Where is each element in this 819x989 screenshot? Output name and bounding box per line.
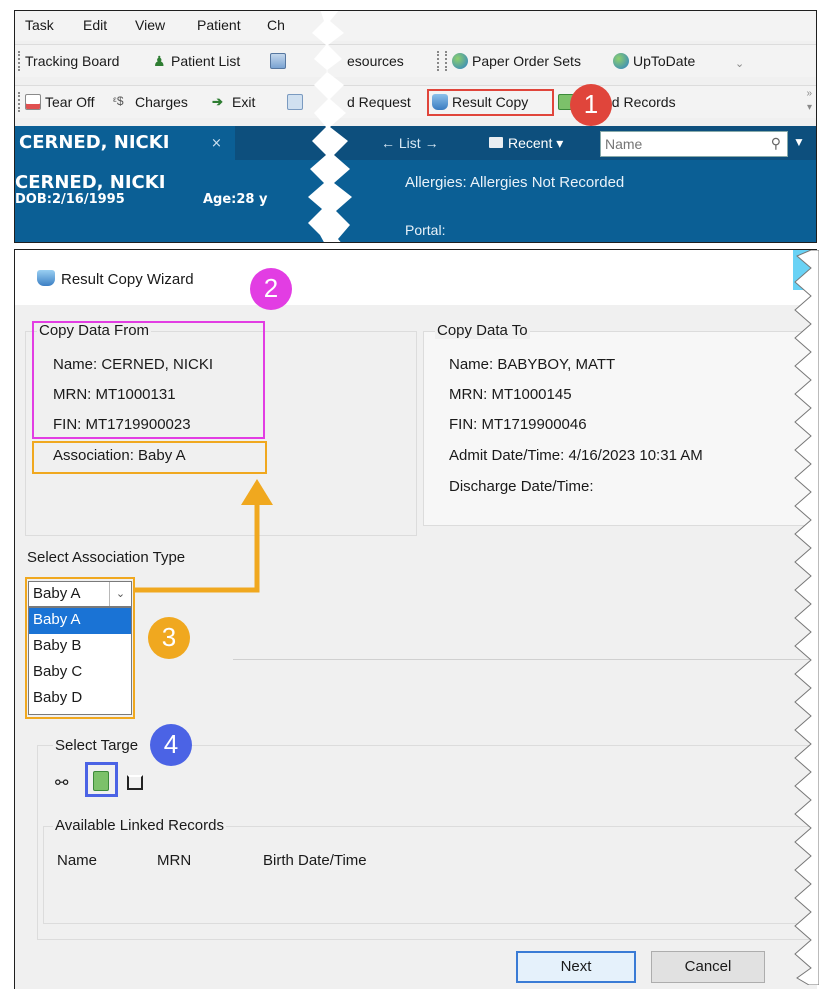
exit-icon: ➔	[212, 94, 223, 109]
folder-icon	[489, 137, 503, 148]
patient-search-box: ⚲	[600, 131, 788, 157]
linked-records-group	[43, 826, 817, 924]
patient-list-icon: ♟	[153, 53, 166, 69]
callout-badge-1: 1	[570, 84, 612, 126]
paper-order-sets-button[interactable]: Paper Order Sets	[452, 53, 581, 69]
copy-to-discharge: Discharge Date/Time:	[449, 478, 594, 495]
exit-button[interactable]: ➔ Exit	[212, 94, 255, 110]
toolbar-grip[interactable]	[18, 92, 21, 112]
toolbar-grip[interactable]	[445, 51, 448, 71]
patient-tab-label: CERNED, NICKI	[19, 132, 170, 153]
search-dropdown-icon[interactable]: ▼	[793, 135, 805, 149]
next-button[interactable]: Next	[516, 951, 636, 983]
portal-text: Portal:	[405, 222, 446, 238]
torn-edge-graphic	[794, 250, 819, 985]
tear-off-button[interactable]: Tear Off	[25, 94, 95, 110]
patient-banner: CERNED, NICKI × ← List → Recent ▾ ⚲ ▼ CE…	[15, 126, 816, 242]
result-copy-button[interactable]: Result Copy	[432, 94, 528, 110]
callout-badge-3: 3	[148, 617, 190, 659]
callout-box-3	[25, 577, 135, 719]
result-copy-label: Result Copy	[452, 94, 529, 110]
toolbar-overflow-icon[interactable]: ⌄	[735, 57, 744, 70]
toolbar-secondary: Tear Off ᵋ$ Charges ➔ Exit d Request Res…	[15, 85, 816, 118]
callout-box-4	[85, 762, 118, 797]
linked-records-label: ed Records	[604, 94, 676, 110]
linked-records-label: Available Linked Records	[53, 817, 226, 834]
callout-badge-2: 2	[250, 268, 292, 310]
copy-to-name: Name: BABYBOY, MATT	[449, 356, 616, 373]
patient-tab-row: CERNED, NICKI × ← List → Recent ▾ ⚲ ▼	[15, 126, 816, 160]
paper-order-sets-label: Paper Order Sets	[472, 53, 581, 69]
callout-arrow	[135, 479, 273, 593]
result-copy-icon	[432, 94, 448, 110]
patient-tab[interactable]: CERNED, NICKI ×	[15, 126, 235, 160]
tracking-board-icon-button[interactable]	[270, 53, 286, 69]
tear-off-label: Tear Off	[45, 94, 95, 110]
overflow-chevron-icon[interactable]: »	[806, 88, 812, 99]
result-copy-wizard: Result Copy Wizard Copy Data From Name: …	[14, 249, 817, 989]
uptodate-icon	[613, 53, 629, 69]
exit-label: Exit	[232, 94, 256, 110]
callout-box-2	[32, 321, 265, 439]
wizard-title: Result Copy Wizard	[61, 271, 194, 288]
callout-box-association	[32, 441, 267, 474]
recent-label: Recent ▾	[508, 135, 564, 151]
allergies-text: Allergies: Allergies Not Recorded	[405, 174, 625, 191]
patient-list-label: Patient List	[171, 53, 241, 69]
list-navigation[interactable]: ← List →	[381, 135, 439, 151]
toolbar-grip[interactable]	[437, 51, 440, 71]
paper-order-sets-icon	[452, 53, 468, 69]
patient-list-button[interactable]: ♟ Patient List	[153, 53, 240, 69]
charges-icon: ᵋ$	[113, 94, 124, 108]
select-target-label-text: Select Targe	[55, 737, 139, 754]
menu-view[interactable]: View	[135, 17, 165, 33]
wizard-body: Copy Data From Name: CERNED, NICKI MRN: …	[15, 305, 817, 989]
uptodate-button[interactable]: UpToDate	[613, 53, 695, 69]
menu-bar: Task Edit View Patient Ch	[15, 11, 816, 41]
menu-task[interactable]: Task	[25, 17, 54, 33]
copy-to-label: Copy Data To	[435, 322, 530, 339]
cancel-button[interactable]: Cancel	[651, 951, 765, 983]
tracking-board-icon	[270, 53, 286, 69]
patient-age: Age:28 y	[203, 192, 268, 207]
column-name[interactable]: Name	[57, 852, 97, 869]
divider	[233, 659, 817, 660]
close-icon[interactable]: ×	[211, 136, 222, 151]
tear-off-icon	[25, 94, 41, 110]
overflow-down-icon[interactable]: ▾	[807, 102, 812, 113]
patient-dob: DOB:2/16/1995	[15, 192, 125, 207]
binoculars-icon[interactable]: ⚯	[55, 773, 68, 793]
torn-edge-graphic	[308, 11, 352, 242]
tracking-board-button[interactable]: Tracking Board	[25, 53, 119, 69]
toolbar-grip[interactable]	[18, 51, 21, 71]
charges-button[interactable]: ᵋ$ Charges	[113, 94, 188, 110]
wizard-title-bar: Result Copy Wizard	[15, 250, 817, 305]
callout-badge-4: 4	[150, 724, 192, 766]
result-copy-icon	[37, 270, 55, 286]
emr-window: Task Edit View Patient Ch Tracking Board…	[14, 10, 817, 243]
copy-to-fin: FIN: MT1719900046	[449, 416, 587, 433]
patient-search-input[interactable]	[605, 133, 755, 155]
edit-icon[interactable]	[127, 775, 143, 790]
column-birth-date[interactable]: Birth Date/Time	[263, 852, 367, 869]
toolbar-primary: Tracking Board ♟ Patient List esources P…	[15, 44, 816, 77]
charges-label: Charges	[135, 94, 188, 110]
recent-dropdown[interactable]: Recent ▾	[489, 135, 563, 152]
copy-to-admit: Admit Date/Time: 4/16/2023 10:31 AM	[449, 447, 703, 464]
search-icon[interactable]: ⚲	[771, 135, 781, 152]
menu-chart[interactable]: Ch	[267, 17, 285, 33]
column-mrn[interactable]: MRN	[157, 852, 191, 869]
menu-edit[interactable]: Edit	[83, 17, 107, 33]
menu-patient[interactable]: Patient	[197, 17, 241, 33]
patient-name: CERNED, NICKI	[15, 172, 166, 193]
uptodate-label: UpToDate	[633, 53, 696, 69]
tracking-board-label: Tracking Board	[25, 53, 120, 69]
copy-to-mrn: MRN: MT1000145	[449, 386, 572, 403]
